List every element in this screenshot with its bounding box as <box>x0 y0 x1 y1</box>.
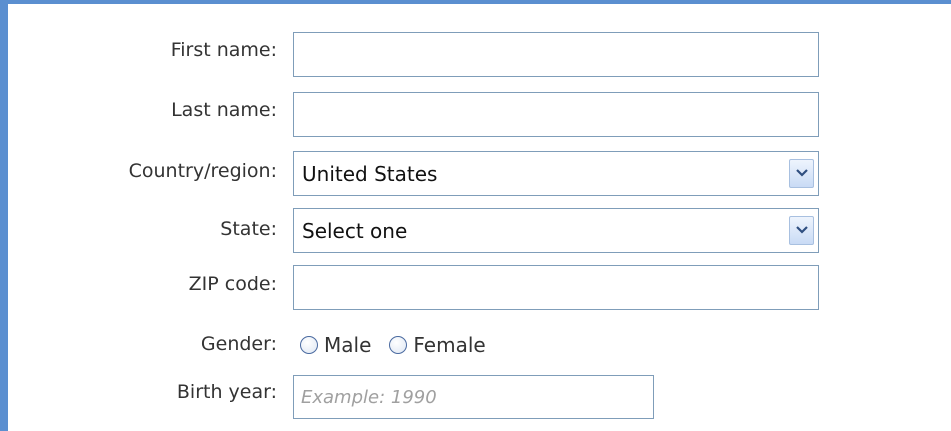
birth-year-label: Birth year: <box>176 381 277 403</box>
country-selected-value: United States <box>302 162 438 186</box>
last-name-label: Last name: <box>171 99 277 121</box>
birth-year-input[interactable]: Example: 1990 <box>293 375 654 419</box>
chevron-down-icon <box>796 169 808 177</box>
last-name-input[interactable] <box>293 92 819 137</box>
zip-input[interactable] <box>293 265 819 310</box>
state-label: State: <box>220 218 277 240</box>
country-label: Country/region: <box>128 160 277 182</box>
gender-female-label[interactable]: Female <box>413 334 485 356</box>
radio-button-icon[interactable] <box>389 336 408 354</box>
state-dropdown-button[interactable] <box>789 216 814 245</box>
first-name-label: First name: <box>170 39 277 61</box>
gender-option-female[interactable]: Female <box>389 334 486 356</box>
state-selected-value: Select one <box>302 219 408 243</box>
chevron-down-icon <box>796 226 808 234</box>
gender-option-male[interactable]: Male <box>300 334 371 356</box>
first-name-input[interactable] <box>293 32 819 77</box>
gender-male-label[interactable]: Male <box>324 334 371 356</box>
gender-label: Gender: <box>200 333 277 355</box>
birth-year-placeholder: Example: 1990 <box>301 387 437 408</box>
country-dropdown-button[interactable] <box>789 159 814 188</box>
zip-label: ZIP code: <box>188 273 277 295</box>
form-panel: First name: Last name: Country/region: U… <box>0 0 951 431</box>
gender-radio-group: Male Female <box>300 332 504 358</box>
state-select[interactable]: Select one <box>293 208 819 253</box>
radio-button-icon[interactable] <box>300 336 318 354</box>
country-select[interactable]: United States <box>293 151 819 196</box>
